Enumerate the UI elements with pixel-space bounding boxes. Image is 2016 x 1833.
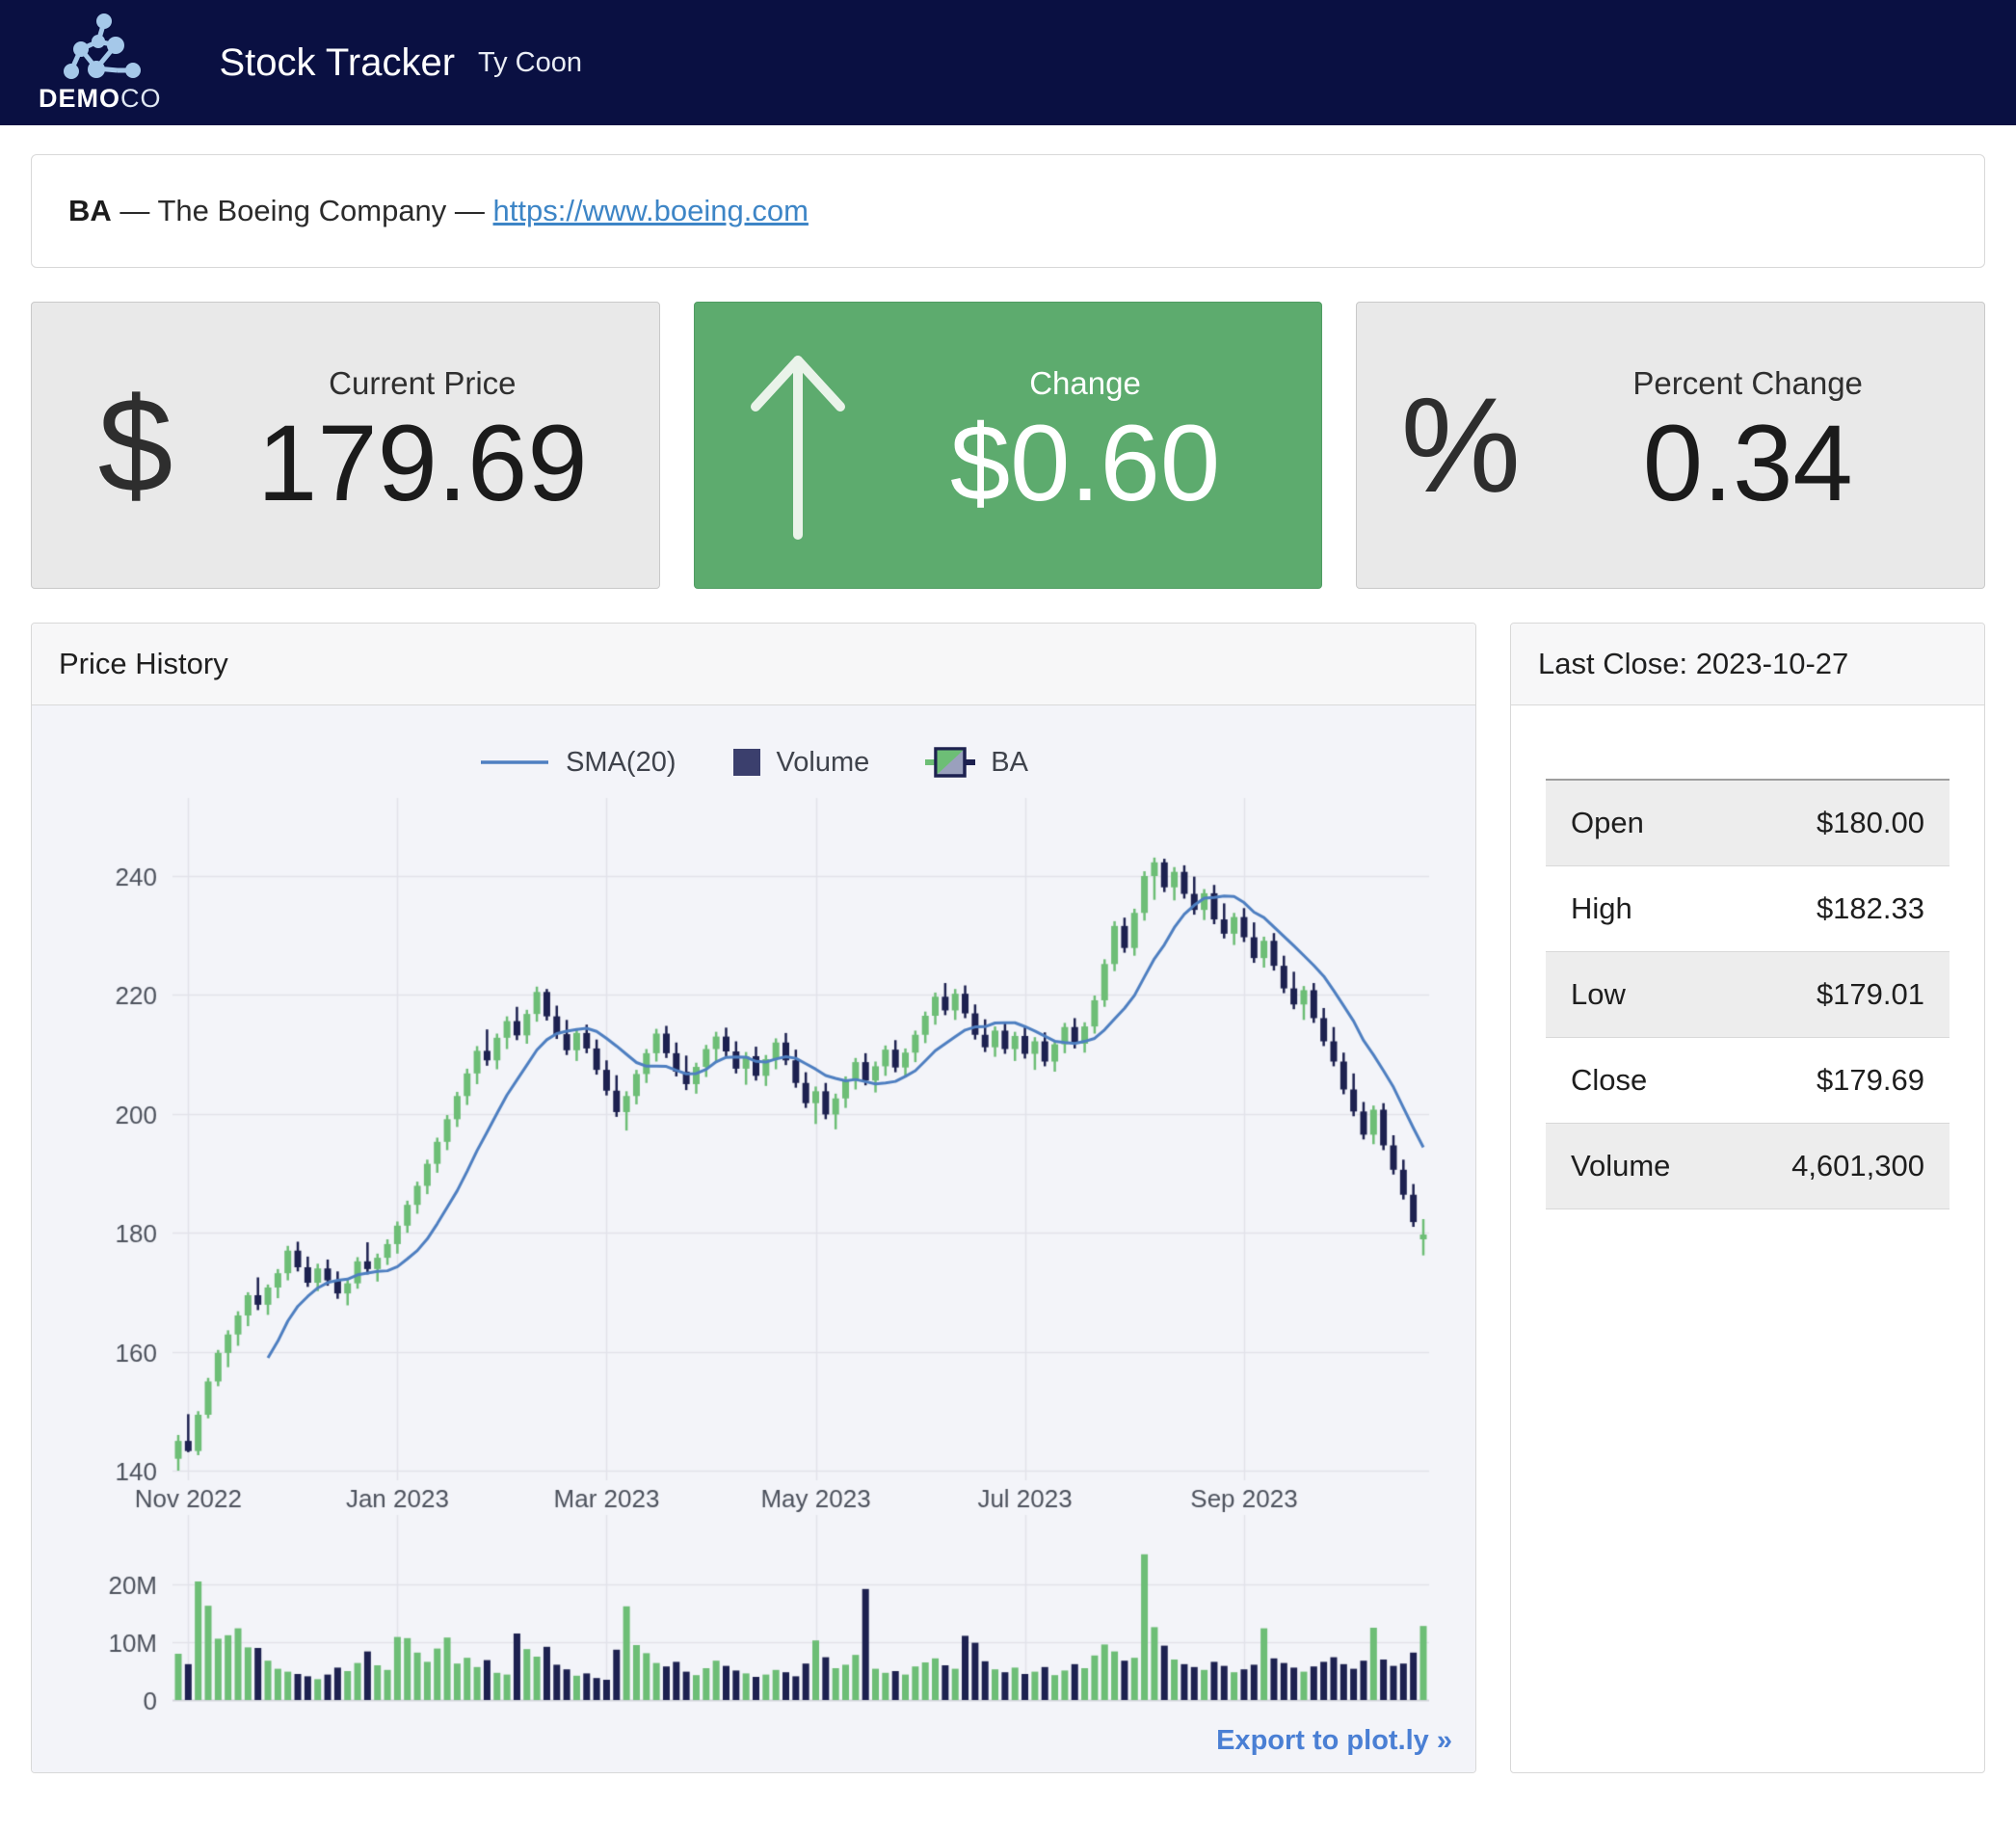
ohlc-row-value: $180.00 bbox=[1817, 806, 1924, 840]
logo-text-light: CO bbox=[120, 84, 162, 113]
logo[interactable]: DEMOCO bbox=[39, 13, 162, 114]
ohlc-table: Open $180.00 High $182.33 Low $179.01 Cl… bbox=[1546, 779, 1950, 1209]
ohlc-row-label: High bbox=[1571, 891, 1632, 926]
ohlc-row-value: $179.69 bbox=[1817, 1063, 1924, 1098]
change-label: Change bbox=[902, 365, 1269, 402]
price-history-chart[interactable] bbox=[45, 790, 1458, 1723]
app-title: Stock Tracker bbox=[220, 41, 456, 85]
legend-item-volume[interactable]: Volume bbox=[732, 747, 870, 779]
ohlc-row-label: Volume bbox=[1571, 1149, 1670, 1183]
legend-label-ba: BA bbox=[991, 747, 1028, 779]
molecule-icon bbox=[54, 13, 146, 82]
legend-label-volume: Volume bbox=[777, 747, 870, 779]
current-price-value: 179.69 bbox=[239, 402, 606, 526]
ohlc-row-value: 4,601,300 bbox=[1791, 1149, 1924, 1183]
logo-text-bold: DEMO bbox=[39, 84, 120, 113]
change-card: Change $0.60 bbox=[694, 302, 1323, 589]
current-price-card: $ Current Price 179.69 bbox=[31, 302, 660, 589]
ohlc-row-label: Open bbox=[1571, 806, 1644, 840]
app-subtitle: Ty Coon bbox=[478, 47, 582, 79]
ohlc-table-row: Close $179.69 bbox=[1546, 1038, 1950, 1124]
current-price-label: Current Price bbox=[239, 365, 606, 402]
sma-line-icon bbox=[479, 758, 550, 766]
stats-row: $ Current Price 179.69 Change $0.60 % Pe… bbox=[31, 302, 1985, 589]
price-history-chart-area: SMA(20) Volume BA Exp bbox=[32, 705, 1475, 1772]
ohlc-table-row: Volume 4,601,300 bbox=[1546, 1124, 1950, 1209]
last-close-title: Last Close: 2023-10-27 bbox=[1511, 624, 1984, 705]
last-close-panel: Last Close: 2023-10-27 Open $180.00 High… bbox=[1510, 623, 1985, 1773]
dollar-icon: $ bbox=[32, 378, 239, 513]
ohlc-table-row: High $182.33 bbox=[1546, 866, 1950, 952]
ticker-separator: — bbox=[112, 194, 158, 227]
percent-change-label: Percent Change bbox=[1564, 365, 1931, 402]
price-history-panel: Price History SMA(20) Volume bbox=[31, 623, 1476, 1773]
export-plotly-link[interactable]: Export to plot.ly » bbox=[1216, 1725, 1452, 1756]
logo-text: DEMOCO bbox=[39, 84, 162, 114]
ohlc-table-row: Low $179.01 bbox=[1546, 952, 1950, 1038]
percent-icon: % bbox=[1357, 378, 1564, 513]
ohlc-row-value: $182.33 bbox=[1817, 891, 1924, 926]
legend-item-sma[interactable]: SMA(20) bbox=[479, 747, 676, 779]
company-name: The Boeing Company bbox=[157, 194, 446, 227]
price-history-title: Price History bbox=[32, 624, 1475, 705]
legend-label-sma: SMA(20) bbox=[566, 747, 676, 779]
main-content: Price History SMA(20) Volume bbox=[31, 623, 1985, 1773]
chart-legend: SMA(20) Volume BA bbox=[45, 744, 1462, 781]
ohlc-row-label: Low bbox=[1571, 977, 1626, 1012]
last-close-body: Open $180.00 High $182.33 Low $179.01 Cl… bbox=[1511, 705, 1984, 1248]
arrow-up-icon bbox=[695, 347, 902, 545]
ticker-separator: — bbox=[446, 194, 492, 227]
ticker-summary: BA — The Boeing Company — https://www.bo… bbox=[31, 154, 1985, 268]
change-value: $0.60 bbox=[902, 402, 1269, 526]
legend-item-ba[interactable]: BA bbox=[925, 744, 1028, 781]
volume-swatch-icon bbox=[732, 748, 761, 777]
candlestick-icon bbox=[925, 744, 975, 781]
percent-change-card: % Percent Change 0.34 bbox=[1356, 302, 1985, 589]
ohlc-row-label: Close bbox=[1571, 1063, 1647, 1098]
app-header: DEMOCO Stock Tracker Ty Coon bbox=[0, 0, 2016, 125]
ticker-symbol: BA bbox=[68, 194, 112, 227]
ohlc-row-value: $179.01 bbox=[1817, 977, 1924, 1012]
company-website-link[interactable]: https://www.boeing.com bbox=[493, 194, 809, 227]
ohlc-table-row: Open $180.00 bbox=[1546, 781, 1950, 866]
percent-change-value: 0.34 bbox=[1564, 402, 1931, 526]
